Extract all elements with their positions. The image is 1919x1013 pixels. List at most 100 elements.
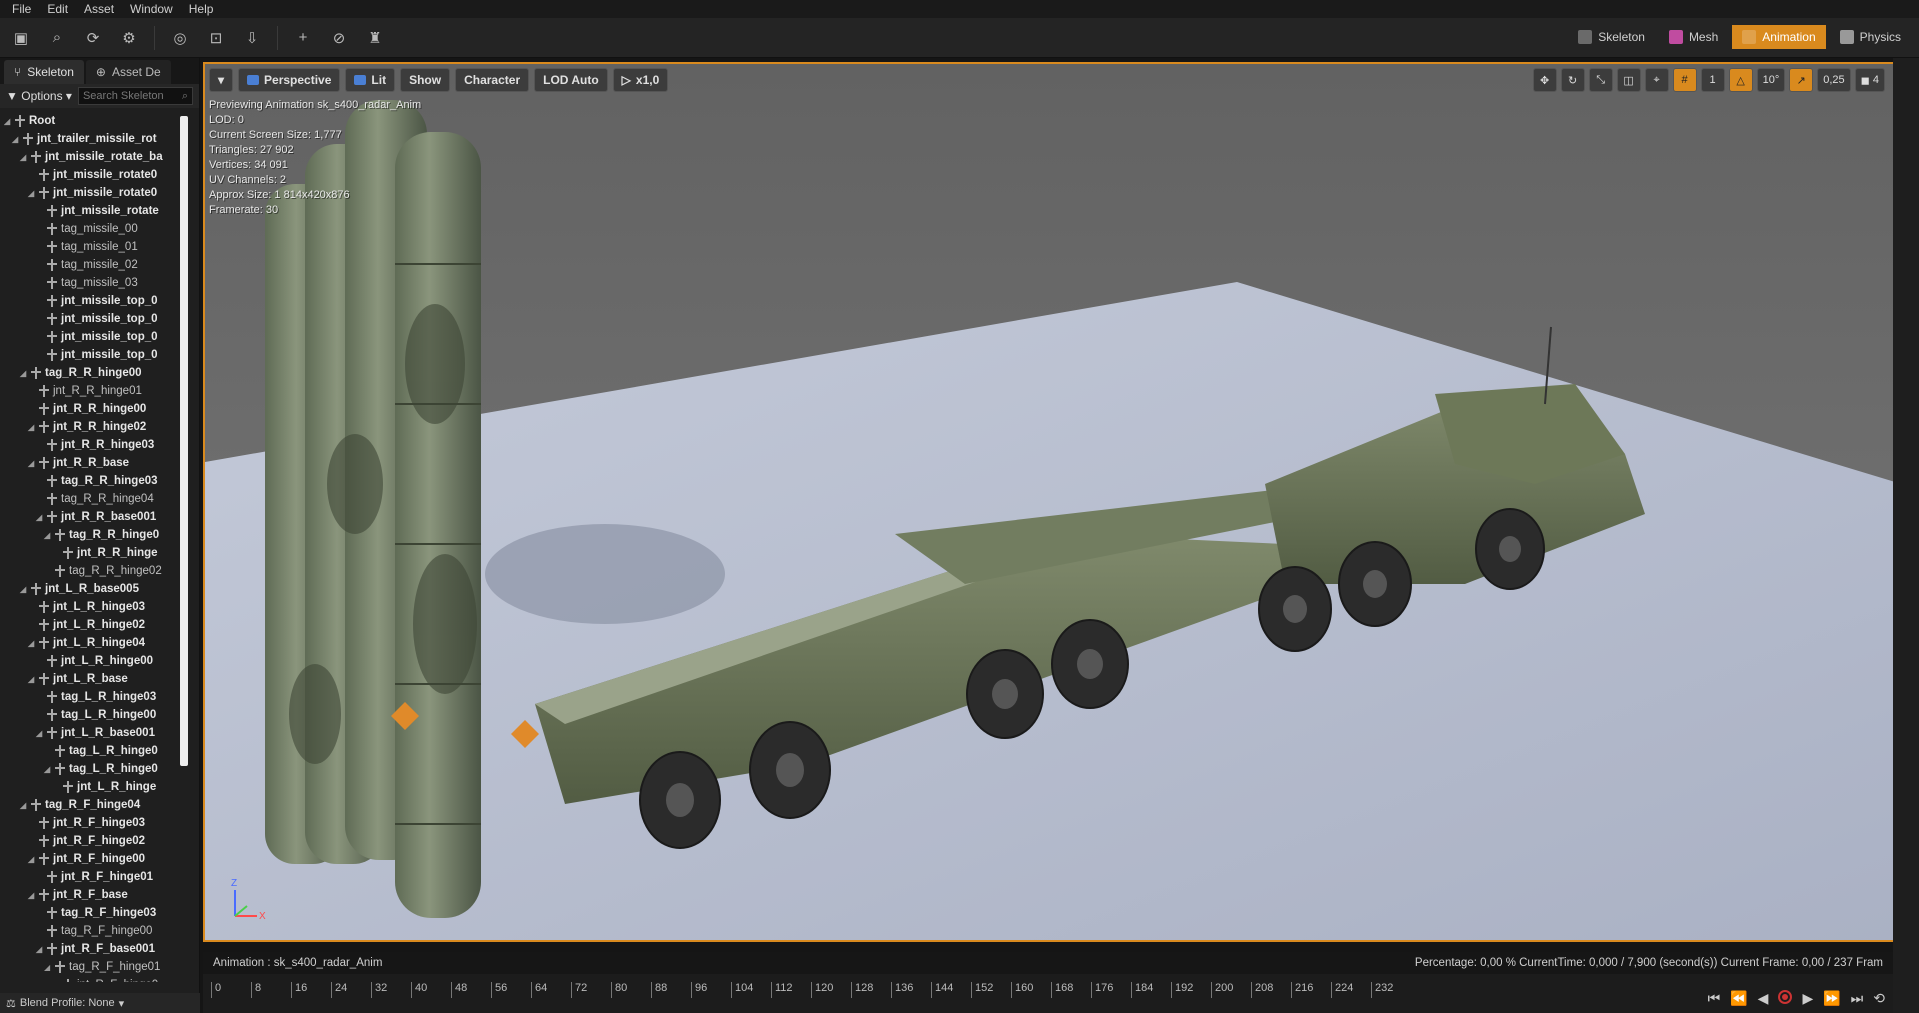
playback-speed-button[interactable]: ▷ x1,0 (612, 68, 669, 92)
bone-row[interactable]: ◢ tag_R_R_hinge00 (4, 364, 180, 382)
bone-row[interactable]: tag_R_R_hinge02 (4, 562, 180, 580)
bone-row[interactable]: jnt_R_R_hinge01 (4, 382, 180, 400)
skip-to-start-icon[interactable]: ⏮ (1708, 990, 1721, 1007)
tab-asset-details[interactable]: ⊕ Asset De (85, 60, 171, 84)
bone-row[interactable]: jnt_missile_top_0 (4, 328, 180, 346)
expand-arrow-icon[interactable]: ◢ (28, 675, 38, 684)
bone-row[interactable]: ◢ tag_L_R_hinge0 (4, 760, 180, 778)
menu-window[interactable]: Window (122, 2, 181, 16)
bone-row[interactable]: jnt_R_F_hinge01 (4, 868, 180, 886)
expand-arrow-icon[interactable]: ◢ (20, 585, 30, 594)
bone-row[interactable]: jnt_L_R_hinge00 (4, 652, 180, 670)
lit-button[interactable]: Lit (345, 68, 396, 92)
play-icon[interactable]: ▶ (1802, 990, 1813, 1007)
bone-row[interactable]: tag_missile_03 (4, 274, 180, 292)
bone-row[interactable]: tag_missile_01 (4, 238, 180, 256)
bone-row[interactable]: tag_missile_00 (4, 220, 180, 238)
bone-row[interactable]: ◢ jnt_missile_rotate0 (4, 184, 180, 202)
scale-snap-value[interactable]: 0,25 (1817, 68, 1851, 92)
bone-row[interactable]: ◢ jnt_R_R_hinge02 (4, 418, 180, 436)
bone-row[interactable]: ◢ jnt_L_R_base001 (4, 724, 180, 742)
rotate-icon[interactable]: ↻ (1560, 68, 1585, 92)
reimport-icon[interactable]: ⟳ (82, 27, 104, 49)
export-icon[interactable]: ⇩ (241, 27, 263, 49)
bone-row[interactable]: tag_R_R_hinge03 (4, 472, 180, 490)
tab-skeleton[interactable]: ⑂ Skeleton (4, 60, 84, 84)
export-asset-icon[interactable]: ♜ (364, 27, 386, 49)
bone-row[interactable]: ◢ tag_R_F_hinge01 (4, 958, 180, 976)
expand-arrow-icon[interactable]: ◢ (36, 729, 46, 738)
bone-row[interactable]: ◢ jnt_L_R_base (4, 670, 180, 688)
expand-arrow-icon[interactable]: ◢ (28, 639, 38, 648)
bone-row[interactable]: ◢ tag_R_R_hinge0 (4, 526, 180, 544)
bone-row[interactable]: jnt_missile_top_0 (4, 310, 180, 328)
bone-row[interactable]: ◢ jnt_trailer_missile_rot (4, 130, 180, 148)
reference-pose-icon[interactable]: ◎ (169, 27, 191, 49)
bone-row[interactable]: ◢ jnt_missile_rotate_ba (4, 148, 180, 166)
search-skeleton-input[interactable]: Search Skeleton ⌕ (77, 87, 193, 105)
translate-icon[interactable]: ✥ (1532, 68, 1557, 92)
bone-row[interactable]: jnt_R_R_hinge03 (4, 436, 180, 454)
character-button[interactable]: Character (455, 68, 530, 92)
bone-row[interactable]: jnt_L_R_hinge03 (4, 598, 180, 616)
expand-arrow-icon[interactable]: ◢ (36, 513, 46, 522)
bone-row[interactable]: jnt_L_R_hinge (4, 778, 180, 796)
bone-row[interactable]: ◢ jnt_R_F_hinge00 (4, 850, 180, 868)
angle-snap-icon[interactable]: △ (1728, 68, 1753, 92)
menu-file[interactable]: File (4, 2, 39, 16)
grid-snap-value[interactable]: 1 (1700, 68, 1725, 92)
lod-button[interactable]: LOD Auto (534, 68, 608, 92)
show-button[interactable]: Show (400, 68, 451, 92)
scale-snap-icon[interactable]: ↗ (1789, 68, 1814, 92)
mode-mesh[interactable]: Mesh (1659, 25, 1728, 49)
bone-row[interactable]: jnt_missile_top_0 (4, 292, 180, 310)
bone-row[interactable]: tag_L_R_hinge0 (4, 742, 180, 760)
expand-arrow-icon[interactable]: ◢ (28, 423, 38, 432)
bone-row[interactable]: jnt_R_F_hinge0 (4, 976, 180, 982)
add-key-icon[interactable]: + (292, 27, 314, 49)
expand-arrow-icon[interactable]: ◢ (28, 855, 38, 864)
bone-row[interactable]: jnt_R_F_hinge02 (4, 832, 180, 850)
expand-arrow-icon[interactable]: ◢ (44, 531, 54, 540)
mode-animation[interactable]: Animation (1732, 25, 1826, 49)
bone-row[interactable]: tag_R_F_hinge00 (4, 922, 180, 940)
bone-row[interactable]: ◢ jnt_R_F_base001 (4, 940, 180, 958)
step-back-icon[interactable]: ⏪ (1730, 990, 1747, 1007)
grid-snap-icon[interactable]: # (1672, 68, 1697, 92)
surface-snap-icon[interactable]: ⌖ (1644, 68, 1669, 92)
mode-physics[interactable]: Physics (1830, 25, 1911, 49)
expand-arrow-icon[interactable]: ◢ (28, 189, 38, 198)
blend-profile-selector[interactable]: ⚖ Blend Profile: None ▾ (0, 993, 200, 1013)
bone-row[interactable]: tag_R_F_hinge03 (4, 904, 180, 922)
scale-icon[interactable]: ⤡ (1588, 68, 1613, 92)
expand-arrow-icon[interactable]: ◢ (44, 765, 54, 774)
bone-row[interactable]: jnt_missile_rotate (4, 202, 180, 220)
bone-row[interactable]: jnt_missile_rotate0 (4, 166, 180, 184)
apply-compression-icon[interactable]: ⊘ (328, 27, 350, 49)
menu-help[interactable]: Help (181, 2, 222, 16)
options-button[interactable]: ▼ Options ▾ (6, 89, 72, 103)
bone-row[interactable]: jnt_R_F_hinge03 (4, 814, 180, 832)
perspective-button[interactable]: Perspective (238, 68, 341, 92)
angle-snap-value[interactable]: 10° (1756, 68, 1786, 92)
expand-arrow-icon[interactable]: ◢ (20, 801, 30, 810)
skip-to-end-icon[interactable]: ⏭ (1851, 990, 1864, 1007)
animation-viewport[interactable]: Z X ▾ Perspective Lit Show Character LOD… (203, 62, 1893, 942)
bone-row[interactable]: jnt_missile_top_0 (4, 346, 180, 364)
bone-row[interactable]: tag_L_R_hinge00 (4, 706, 180, 724)
expand-arrow-icon[interactable]: ◢ (36, 945, 46, 954)
bone-row[interactable]: tag_L_R_hinge03 (4, 688, 180, 706)
expand-arrow-icon[interactable]: ◢ (44, 963, 54, 972)
find-in-browser-icon[interactable]: ⌕ (46, 27, 68, 49)
world-local-icon[interactable]: ◫ (1616, 68, 1641, 92)
bone-row[interactable]: ◢ jnt_R_F_base (4, 886, 180, 904)
bone-row[interactable]: tag_missile_02 (4, 256, 180, 274)
expand-arrow-icon[interactable]: ◢ (20, 369, 30, 378)
record-icon[interactable]: ⊡ (205, 27, 227, 49)
expand-arrow-icon[interactable]: ◢ (4, 117, 14, 126)
bone-row[interactable]: jnt_L_R_hinge02 (4, 616, 180, 634)
play-reverse-icon[interactable]: ◀ (1758, 990, 1769, 1007)
bone-row[interactable]: ◢ jnt_R_R_base001 (4, 508, 180, 526)
loop-icon[interactable]: ⟲ (1873, 990, 1885, 1007)
menu-edit[interactable]: Edit (39, 2, 76, 16)
